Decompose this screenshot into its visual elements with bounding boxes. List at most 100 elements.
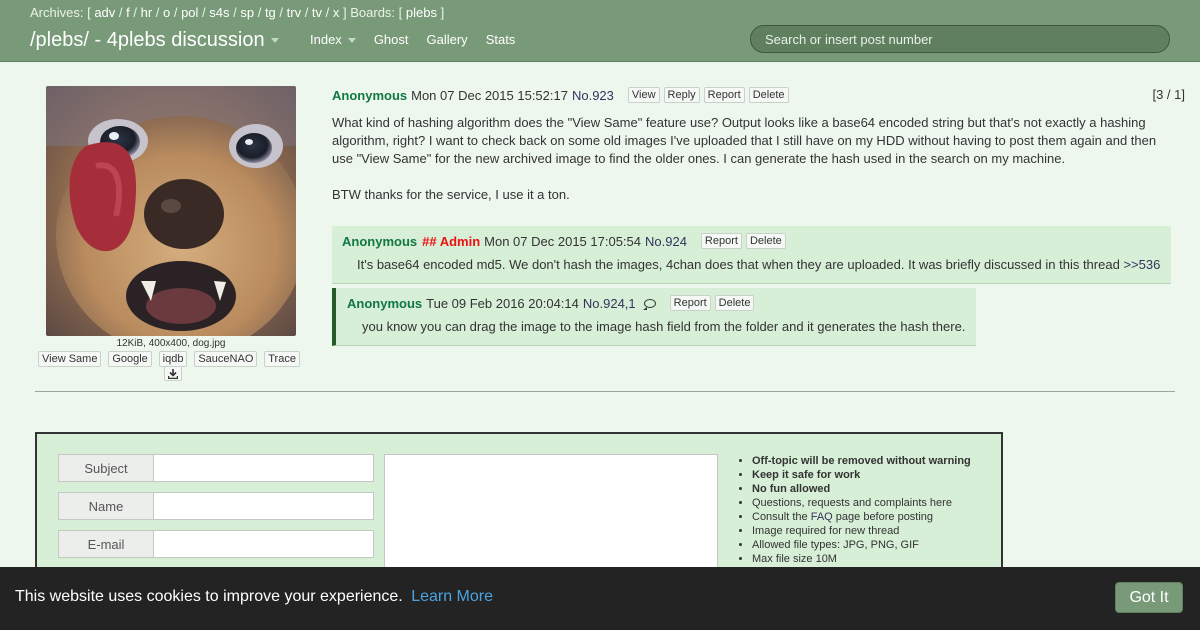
post-author: Anonymous: [332, 87, 408, 103]
posting-rules: Off-topic will be removed without warnin…: [738, 454, 993, 566]
board-link-plebs[interactable]: plebs: [406, 5, 437, 20]
chihuahua-photo: [46, 86, 296, 336]
top-bar: Archives: [ adv / f / hr / o / pol / s4s…: [0, 0, 1200, 62]
post-author: Anonymous: [342, 233, 418, 249]
reply-header: Anonymous Tue 09 Feb 2016 20:04:14 No.92…: [347, 295, 755, 311]
subject-row: Subject: [58, 454, 374, 482]
view-button[interactable]: View: [627, 87, 660, 103]
archive-link-trv[interactable]: trv: [287, 5, 301, 20]
download-icon: [168, 368, 178, 379]
rule-text: page before posting: [835, 511, 934, 523]
rule-item: Consult the FAQ page before posting: [752, 510, 993, 524]
thumbnail-actions: View Same Google iqdb SauceNAO Trace: [38, 351, 300, 367]
rule-item: Keep it safe for work: [752, 468, 993, 482]
archive-link-f[interactable]: f: [126, 5, 130, 20]
subject-label: Subject: [58, 454, 154, 482]
reply-button[interactable]: Reply: [663, 87, 700, 103]
email-label: E-mail: [58, 530, 154, 558]
post-author: Anonymous: [347, 295, 423, 311]
quote-link[interactable]: >>536: [1123, 257, 1160, 272]
reply-header: Anonymous ## Admin Mon 07 Dec 2015 17:05…: [342, 233, 786, 249]
chevron-down-icon: [347, 38, 356, 44]
archive-link-adv[interactable]: adv: [94, 5, 115, 20]
post-date: Tue 09 Feb 2016 20:04:14: [426, 295, 579, 311]
post-paragraph: What kind of hashing algorithm does the …: [332, 115, 1157, 166]
archive-link-pol[interactable]: pol: [181, 5, 198, 20]
site-title-dropdown[interactable]: /plebs/ - 4plebs discussion: [30, 29, 279, 52]
archive-link-s4s[interactable]: s4s: [209, 5, 229, 20]
nav-stats[interactable]: Stats: [486, 32, 516, 47]
reply-body: It's base64 encoded md5. We don't hash t…: [357, 257, 1160, 272]
email-field[interactable]: [154, 530, 374, 558]
reply-post: Anonymous Tue 09 Feb 2016 20:04:14 No.92…: [332, 288, 976, 346]
archive-link-tg[interactable]: tg: [265, 5, 276, 20]
post-number-link[interactable]: No.923: [572, 88, 614, 103]
learn-more-link[interactable]: Learn More: [411, 588, 493, 605]
nav-index-label: Index: [310, 32, 342, 47]
delete-button[interactable]: Delete: [745, 233, 786, 249]
reply-image-count: [3 / 1]: [1152, 87, 1185, 102]
reply-actions: Report Delete: [669, 295, 755, 311]
chevron-down-icon: [270, 38, 279, 44]
thread-divider: [35, 391, 1175, 392]
op-post-actions: View Reply Report Delete: [627, 87, 789, 103]
file-info: 12KiB, 400x400, dog.jpg: [116, 338, 226, 349]
site-title: /plebs/ - 4plebs discussion: [30, 29, 265, 51]
saucenao-button[interactable]: SauceNAO: [194, 351, 258, 367]
cookie-text: This website uses cookies to improve you…: [15, 588, 403, 605]
delete-button[interactable]: Delete: [748, 87, 789, 103]
cookie-message: This website uses cookies to improve you…: [15, 588, 493, 606]
post-date: Mon 07 Dec 2015 15:52:17: [411, 87, 568, 103]
delete-button[interactable]: Delete: [714, 295, 755, 311]
report-button[interactable]: Report: [669, 295, 711, 311]
reply-text: It's base64 encoded md5. We don't hash t…: [357, 257, 1120, 272]
search-input[interactable]: [750, 25, 1170, 53]
trace-button[interactable]: Trace: [264, 351, 300, 367]
name-label: Name: [58, 492, 154, 520]
name-row: Name: [58, 492, 374, 520]
iqdb-button[interactable]: iqdb: [158, 351, 188, 367]
admin-capcode: ## Admin: [422, 233, 481, 249]
archive-link-hr[interactable]: hr: [141, 5, 153, 20]
google-button[interactable]: Google: [108, 351, 152, 367]
boards-label: Boards:: [350, 5, 396, 20]
view-same-button[interactable]: View Same: [38, 351, 102, 367]
subject-field[interactable]: [154, 454, 374, 482]
post-number-link[interactable]: No.924,1: [583, 296, 636, 311]
got-it-button[interactable]: Got It: [1115, 582, 1183, 613]
post-paragraph: BTW thanks for the service, I use it a t…: [332, 187, 570, 202]
archive-link-x[interactable]: x: [333, 5, 340, 20]
rule-item: Image required for new thread: [752, 524, 993, 538]
nav-index[interactable]: Index: [310, 32, 356, 47]
archives-line: Archives: [ adv / f / hr / o / pol / s4s…: [30, 5, 445, 20]
comment-textarea[interactable]: [384, 454, 718, 584]
archive-link-o[interactable]: o: [163, 5, 170, 20]
rule-item: Allowed file types: JPG, PNG, GIF: [752, 538, 993, 552]
report-button[interactable]: Report: [700, 233, 742, 249]
post-thumbnail[interactable]: [46, 86, 296, 336]
download-button[interactable]: [164, 366, 182, 381]
rule-item: No fun allowed: [752, 482, 993, 496]
op-post-body: What kind of hashing algorithm does the …: [332, 114, 1172, 222]
nav-gallery[interactable]: Gallery: [427, 32, 468, 47]
rule-item: Max file size 10M: [752, 552, 993, 566]
faq-link[interactable]: FAQ: [811, 511, 833, 523]
cookie-banner: This website uses cookies to improve you…: [0, 567, 1200, 630]
archives-label: Archives:: [30, 5, 84, 20]
rule-item: Off-topic will be removed without warnin…: [752, 454, 993, 468]
report-button[interactable]: Report: [703, 87, 745, 103]
email-row: E-mail: [58, 530, 374, 558]
rule-item: Questions, requests and complaints here: [752, 496, 993, 510]
speech-bubble-icon: [642, 298, 656, 310]
name-field[interactable]: [154, 492, 374, 520]
reply-actions: Report Delete: [700, 233, 786, 249]
nav-ghost[interactable]: Ghost: [374, 32, 409, 47]
archive-link-sp[interactable]: sp: [240, 5, 254, 20]
rule-text: Consult the: [752, 511, 808, 523]
reply-post: Anonymous ## Admin Mon 07 Dec 2015 17:05…: [332, 226, 1171, 284]
op-post-header: Anonymous Mon 07 Dec 2015 15:52:17 No.92…: [332, 87, 789, 103]
post-number-link[interactable]: No.924: [645, 234, 687, 249]
reply-text: you know you can drag the image to the i…: [362, 319, 966, 334]
archive-link-tv[interactable]: tv: [312, 5, 322, 20]
main-nav: Index Ghost Gallery Stats: [310, 32, 533, 47]
